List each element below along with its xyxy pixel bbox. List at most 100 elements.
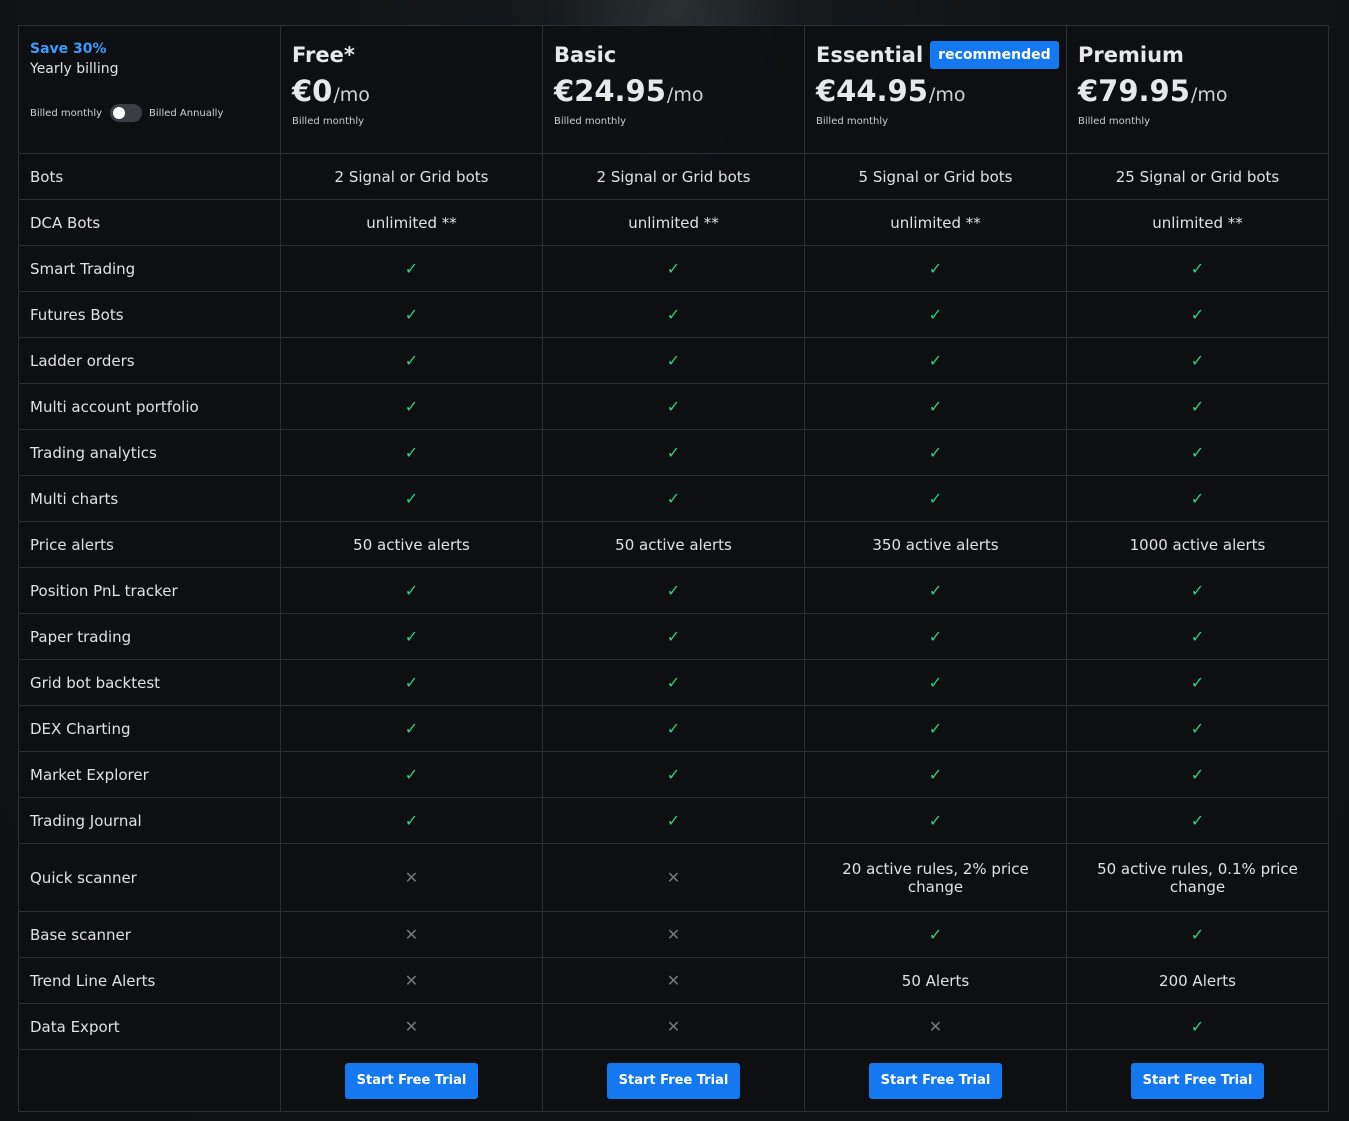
start-free-trial-button[interactable]: Start Free Trial	[1130, 1062, 1265, 1099]
feature-value: 350 active alerts	[804, 521, 1067, 568]
price-unit: /mo	[333, 84, 370, 106]
check-icon: ✓	[928, 673, 943, 692]
feature-value: ✕	[542, 957, 805, 1004]
plan-essential: Essential recommended €44.95/mo Billed mo…	[804, 25, 1067, 154]
start-free-trial-button[interactable]: Start Free Trial	[606, 1062, 741, 1099]
check-icon: ✓	[404, 443, 419, 462]
start-free-trial-button[interactable]: Start Free Trial	[868, 1062, 1003, 1099]
toggle-knob	[113, 107, 126, 119]
start-free-trial-button[interactable]: Start Free Trial	[344, 1062, 479, 1099]
feature-value: ✓	[1066, 613, 1329, 660]
check-icon: ✓	[1190, 581, 1205, 600]
feature-value: ✓	[542, 429, 805, 476]
check-icon: ✓	[1190, 627, 1205, 646]
feature-name: Smart Trading	[18, 245, 281, 292]
check-icon: ✓	[404, 489, 419, 508]
feature-name: Multi charts	[18, 475, 281, 522]
feature-row: DEX Charting ✓ ✓ ✓ ✓	[18, 705, 1329, 752]
feature-value: unlimited **	[804, 199, 1067, 246]
billing-toggle[interactable]	[110, 104, 143, 122]
check-icon: ✓	[666, 259, 681, 278]
check-icon: ✓	[666, 811, 681, 830]
feature-value: 50 Alerts	[804, 957, 1067, 1004]
feature-value: ✓	[1066, 1003, 1329, 1050]
feature-name: Market Explorer	[18, 751, 281, 798]
check-icon: ✓	[1190, 489, 1205, 508]
feature-row: Grid bot backtest ✓ ✓ ✓ ✓	[18, 659, 1329, 706]
feature-value: 2 Signal or Grid bots	[542, 153, 805, 200]
feature-name: Data Export	[18, 1003, 281, 1050]
feature-value: 25 Signal or Grid bots	[1066, 153, 1329, 200]
feature-value: ✓	[1066, 567, 1329, 614]
plan-basic: Basic €24.95/mo Billed monthly	[542, 25, 805, 154]
check-icon: ✓	[1190, 673, 1205, 692]
check-icon: ✓	[928, 765, 943, 784]
feature-row: DCA Bots unlimited ** unlimited ** unlimite…	[18, 199, 1329, 246]
cross-icon: ✕	[404, 868, 419, 887]
check-icon: ✓	[404, 673, 419, 692]
check-icon: ✓	[928, 305, 943, 324]
feature-value: ✓	[1066, 383, 1329, 430]
feature-value: ✓	[542, 475, 805, 522]
plan-billing-note: Billed monthly	[1078, 116, 1151, 127]
feature-value: ✓	[804, 337, 1067, 384]
billed-monthly-label: Billed monthly	[30, 107, 103, 119]
feature-value: ✓	[280, 337, 543, 384]
feature-value: ✓	[542, 797, 805, 844]
plan-billing-note: Billed monthly	[292, 116, 365, 127]
feature-value: ✕	[542, 911, 805, 958]
feature-name: Base scanner	[18, 911, 281, 958]
feature-row: Trading Journal ✓ ✓ ✓ ✓	[18, 797, 1329, 844]
feature-value: ✓	[280, 705, 543, 752]
check-icon: ✓	[928, 443, 943, 462]
plan-premium: Premium €79.95/mo Billed monthly	[1066, 25, 1329, 154]
pricing-table: Save 30% Yearly billing Billed monthly B…	[18, 25, 1329, 1112]
feature-rows: Bots 2 Signal or Grid bots 2 Signal or Gri…	[18, 153, 1329, 1050]
feature-value: ✓	[542, 291, 805, 338]
check-icon: ✓	[666, 489, 681, 508]
cross-icon: ✕	[404, 1017, 419, 1036]
feature-name: Trading analytics	[18, 429, 281, 476]
check-icon: ✓	[404, 259, 419, 278]
check-icon: ✓	[928, 351, 943, 370]
check-icon: ✓	[1190, 1017, 1205, 1036]
feature-value: ✕	[280, 1003, 543, 1050]
feature-value: ✕	[804, 1003, 1067, 1050]
feature-row: Paper trading ✓ ✓ ✓ ✓	[18, 613, 1329, 660]
check-icon: ✓	[1190, 925, 1205, 944]
feature-value: ✓	[1066, 751, 1329, 798]
feature-value: ✓	[1066, 475, 1329, 522]
plan-name: Free*	[292, 43, 355, 67]
check-icon: ✓	[1190, 443, 1205, 462]
save-label: Save 30%	[30, 41, 107, 57]
recommended-badge: recommended	[930, 41, 1059, 69]
feature-value: ✓	[542, 383, 805, 430]
check-icon: ✓	[404, 581, 419, 600]
price-unit: /mo	[928, 84, 966, 106]
check-icon: ✓	[666, 351, 681, 370]
check-icon: ✓	[666, 581, 681, 600]
feature-row: Multi charts ✓ ✓ ✓ ✓	[18, 475, 1329, 522]
feature-value: 2 Signal or Grid bots	[280, 153, 543, 200]
check-icon: ✓	[1190, 811, 1205, 830]
feature-value: ✓	[804, 475, 1067, 522]
check-icon: ✓	[666, 627, 681, 646]
feature-value: ✕	[280, 843, 543, 912]
plan-name: Basic	[554, 43, 617, 67]
feature-value: ✓	[804, 613, 1067, 660]
check-icon: ✓	[1190, 719, 1205, 738]
check-icon: ✓	[1190, 351, 1205, 370]
plan-billing-note: Billed monthly	[816, 116, 889, 127]
check-icon: ✓	[928, 581, 943, 600]
feature-name: Bots	[18, 153, 281, 200]
cross-icon: ✕	[666, 1017, 681, 1036]
cross-icon: ✕	[666, 868, 681, 887]
plan-name: Premium	[1078, 43, 1184, 67]
feature-value: unlimited **	[280, 199, 543, 246]
cross-icon: ✕	[404, 925, 419, 944]
feature-value: ✓	[542, 245, 805, 292]
cta-cell: Start Free Trial	[804, 1049, 1067, 1112]
feature-value: 200 Alerts	[1066, 957, 1329, 1004]
feature-name: Price alerts	[18, 521, 281, 568]
feature-value: ✓	[542, 337, 805, 384]
